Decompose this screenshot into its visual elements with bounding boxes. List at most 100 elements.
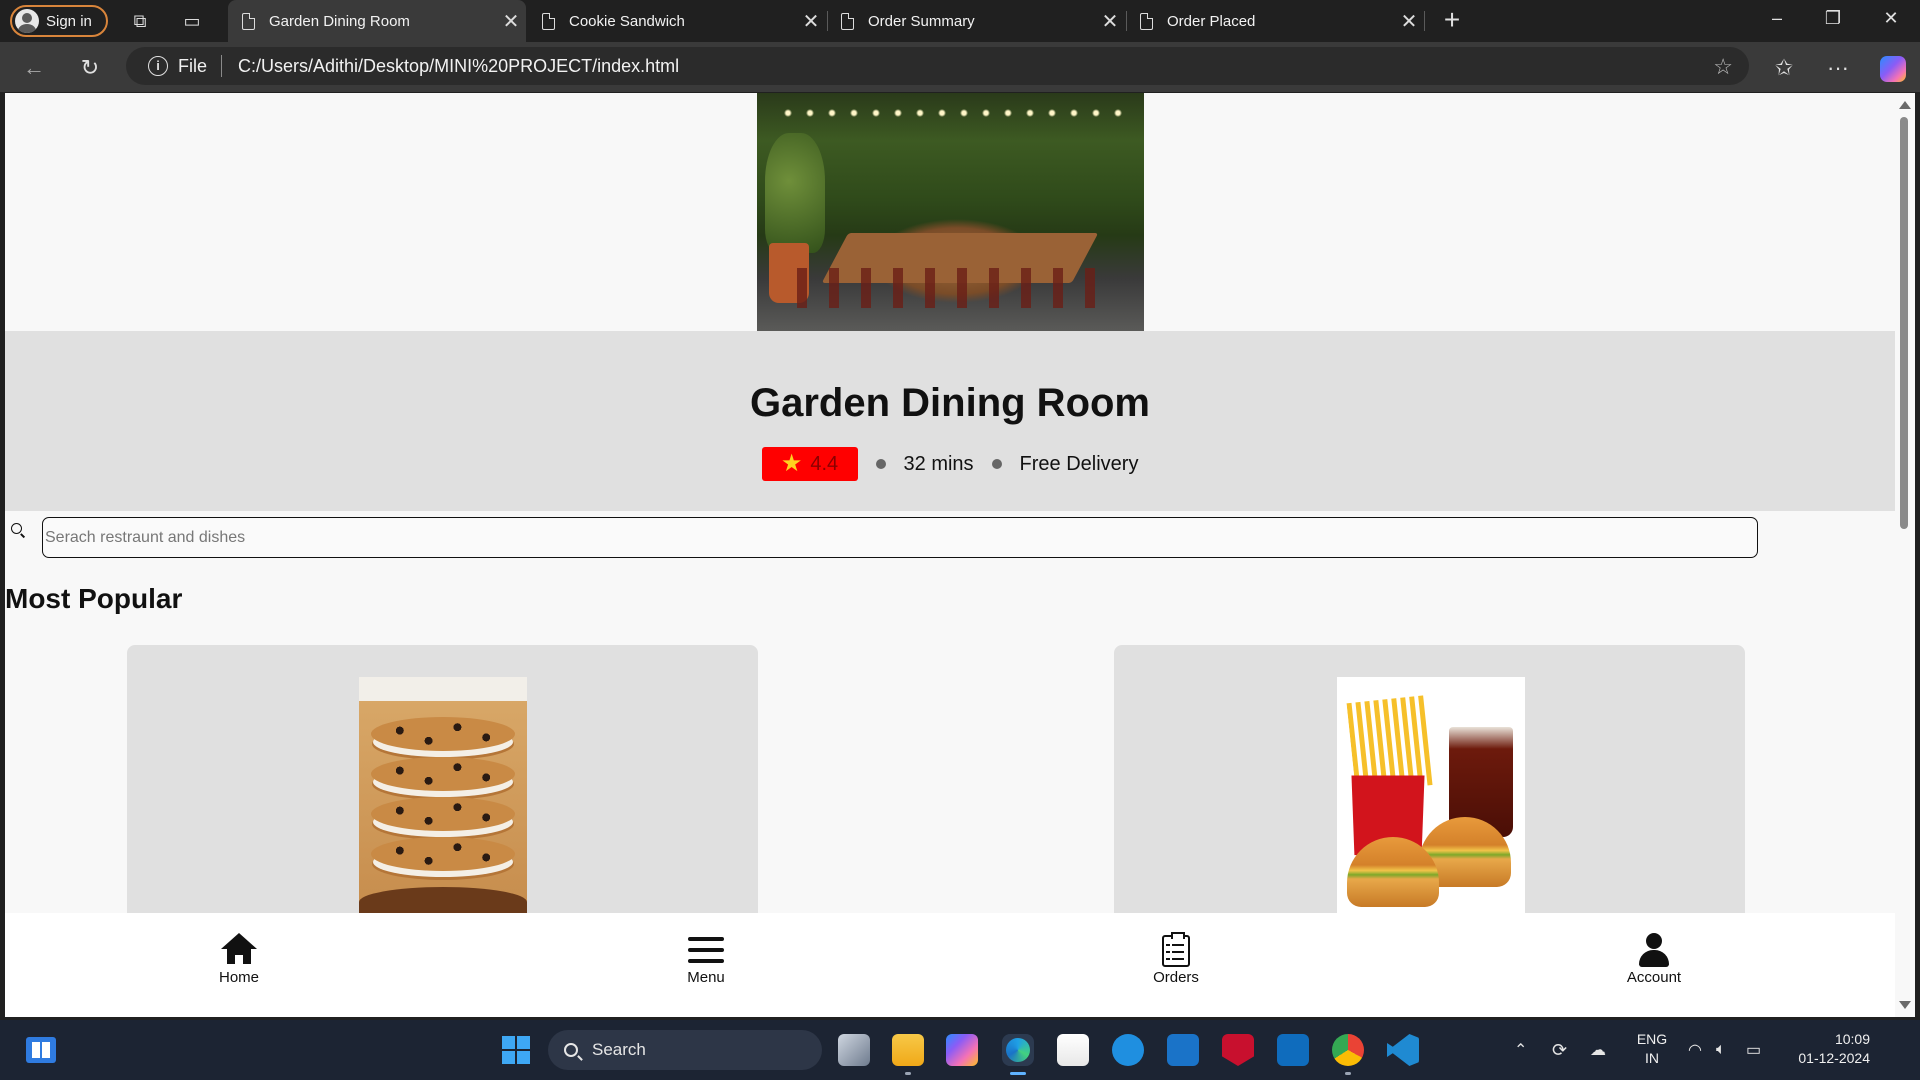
restore-icon[interactable]: ❐ [1818,8,1848,34]
nav-home[interactable]: Home [179,933,299,986]
star-icon: ★ [780,450,803,477]
restaurant-info-band: Garden Dining Room ★ 4.4 32 mins Free De… [5,331,1895,511]
page-viewport: Garden Dining Room ★ 4.4 32 mins Free De… [5,93,1895,1017]
search-icon [11,523,25,537]
show-hidden-icons-chevron-icon[interactable]: ⌃ [1514,1020,1527,1080]
nav-label: Home [218,969,259,986]
rating-badge: ★ 4.4 [761,447,858,481]
bottom-navigation: Home Menu Orders Account [5,913,1895,1017]
file-explorer-icon[interactable] [892,1034,924,1075]
string-lights-shape [777,103,1127,123]
search-input[interactable] [42,517,1758,558]
tab-actions-icon[interactable]: ▭ [180,9,204,33]
copilot-icon[interactable] [1880,56,1906,82]
search-row [5,517,1895,561]
close-tab-icon[interactable]: ✕ [796,9,826,34]
mcafee-icon[interactable] [1222,1034,1254,1066]
favorites-icon[interactable]: ✩ [1770,54,1798,82]
sync-icon[interactable]: ⟳ [1552,1020,1567,1080]
search-icon [564,1043,578,1057]
restaurant-meta: ★ 4.4 32 mins Free Delivery [5,447,1895,481]
separator-dot [875,459,886,469]
windows-taskbar: Search ⌃ ⟳ ☁ ENG IN ◠ 🔈︎ ▭ 10:09 01-12-2… [0,1020,1920,1080]
tab-title: Order Placed [1167,12,1256,30]
page-icon [542,12,555,30]
separator-dot [991,459,1002,469]
volume-icon[interactable]: 🔈︎ [1716,1020,1726,1080]
dish-card[interactable] [127,645,758,945]
url-divider [221,55,223,77]
copilot-app-icon[interactable] [946,1034,978,1066]
battery-icon[interactable]: ▭ [1746,1020,1761,1080]
scroll-down-arrow-icon[interactable] [1899,1001,1911,1009]
dish-card[interactable] [1114,645,1745,945]
restaurant-title: Garden Dining Room [750,381,1150,425]
scroll-up-arrow-icon[interactable] [1899,101,1911,109]
taskbar-search[interactable]: Search [548,1030,822,1070]
myhp-icon[interactable] [1167,1034,1199,1066]
nav-menu[interactable]: Menu [646,933,766,986]
delivery-time: 32 mins [903,452,974,475]
system-clock[interactable]: 10:09 01-12-2024 [1780,1030,1870,1068]
task-view-icon[interactable] [838,1034,870,1066]
scrollbar-thumb[interactable] [1900,117,1908,529]
back-arrow-icon[interactable]: ← [20,54,48,82]
refresh-icon[interactable]: ↻ [76,54,104,82]
sign-in-label: Sign in [46,12,92,30]
clock-time: 10:09 [1834,1031,1870,1047]
tab-title: Cookie Sandwich [569,12,685,30]
browser-tab-strip: Sign in ⧉ ▭ Garden Dining Room ✕ Cookie … [0,0,1920,42]
start-windows-icon[interactable] [502,1036,530,1064]
rating-value: 4.4 [810,452,839,475]
close-window-icon[interactable]: ✕ [1876,8,1906,34]
nav-label: Menu [687,969,725,986]
page-scrollbar[interactable] [1895,93,1915,1017]
cookie-sandwich-image [359,677,527,917]
close-tab-icon[interactable]: ✕ [1394,9,1424,34]
taskbar-search-label: Search [592,1040,646,1059]
restaurant-hero-image [757,93,1144,331]
nav-label: Orders [1153,969,1199,986]
chrome-icon[interactable] [1332,1034,1364,1075]
clock-date: 01-12-2024 [1798,1050,1870,1066]
account-icon [1638,933,1670,967]
get-help-icon[interactable] [1112,1034,1144,1066]
vscode-icon[interactable] [1387,1034,1419,1066]
close-tab-icon[interactable]: ✕ [496,9,526,34]
language-indicator[interactable]: ENG IN [1632,1030,1672,1068]
profile-avatar-icon [15,9,39,33]
tab-order-placed[interactable]: Order Placed ✕ [1126,0,1424,42]
nav-account[interactable]: Account [1594,933,1714,986]
tab-title: Garden Dining Room [269,12,410,30]
favorite-star-icon[interactable]: ☆ [1713,54,1733,80]
minimize-icon[interactable]: – [1762,8,1792,34]
nav-orders[interactable]: Orders [1116,932,1236,986]
region-label: IN [1645,1050,1659,1066]
widgets-icon[interactable] [26,1037,56,1063]
outlook-icon[interactable] [1277,1034,1309,1066]
wifi-icon[interactable]: ◠ [1688,1020,1702,1080]
address-bar[interactable]: i File C:/Users/Adithi/Desktop/MINI%20PR… [126,47,1749,85]
tab-garden-dining-room[interactable]: Garden Dining Room ✕ [228,0,526,42]
language-label: ENG [1636,1031,1668,1047]
menu-icon [688,933,724,967]
new-tab-button[interactable]: + [1437,6,1467,36]
site-info-icon[interactable]: i [148,56,168,76]
page-icon [841,12,854,30]
section-title: Most Popular [5,583,183,614]
microsoft-store-icon[interactable] [1057,1034,1089,1066]
more-options-icon[interactable]: ··· [1824,54,1852,82]
workspaces-icon[interactable]: ⧉ [128,9,152,33]
tab-order-summary[interactable]: Order Summary ✕ [827,0,1125,42]
sign-in-button[interactable]: Sign in [10,5,108,37]
url-scheme-label: File [178,55,208,76]
tree-shape [765,133,825,253]
close-tab-icon[interactable]: ✕ [1095,9,1125,34]
home-icon [221,933,257,967]
onedrive-offline-icon[interactable]: ☁ [1590,1020,1606,1080]
url-text[interactable]: C:/Users/Adithi/Desktop/MINI%20PROJECT/i… [238,56,679,77]
nav-label: Account [1626,969,1682,986]
burger-fries-combo-image [1337,677,1525,917]
edge-browser-icon[interactable] [1002,1034,1034,1075]
tab-cookie-sandwich[interactable]: Cookie Sandwich ✕ [528,0,826,42]
